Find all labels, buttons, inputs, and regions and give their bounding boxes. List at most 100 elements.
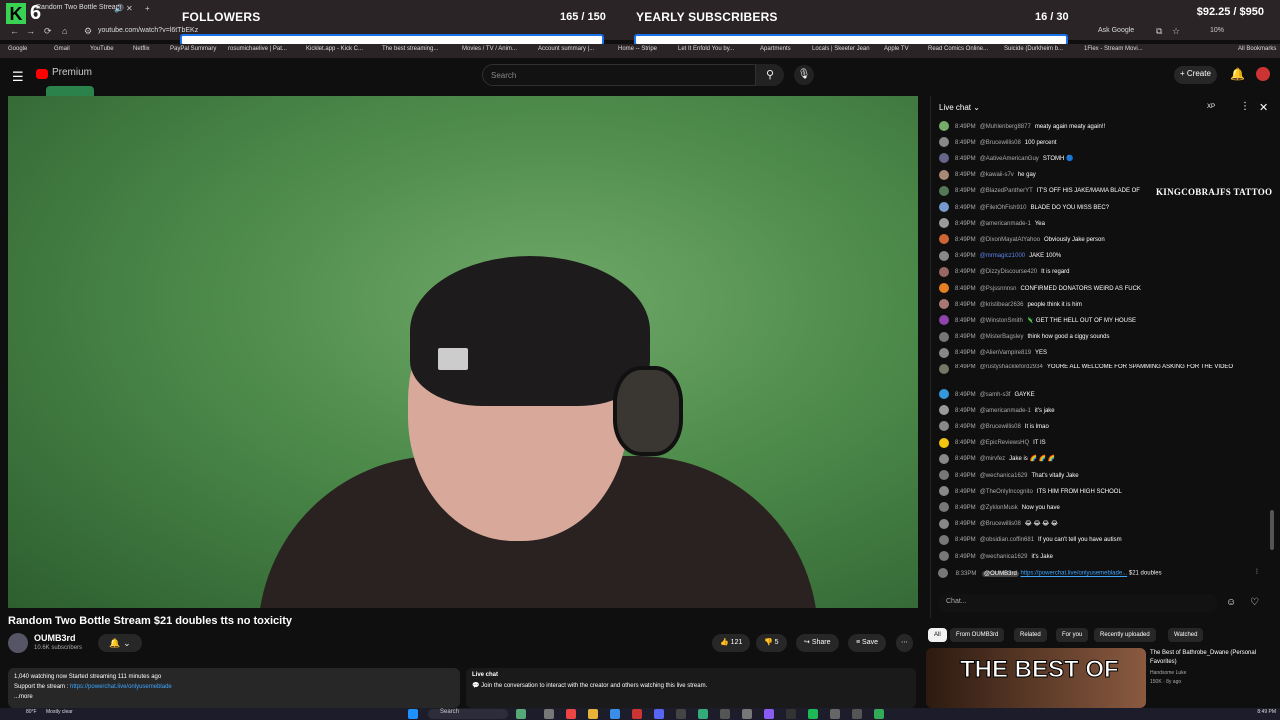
- taskbar-app-icon[interactable]: [516, 709, 526, 719]
- chat-avatar[interactable]: [939, 405, 949, 416]
- chat-author[interactable]: @rustyshackleford2934: [980, 364, 1043, 370]
- bookmark-item[interactable]: All Bookmarks: [1238, 46, 1276, 52]
- chat-author[interactable]: @Brucewillis08: [980, 424, 1021, 430]
- chat-avatar[interactable]: [939, 137, 949, 148]
- chat-avatar[interactable]: [939, 169, 949, 180]
- chat-message[interactable]: 8:49PM @AativeAmericanGuy STOMH 🔵: [939, 153, 1269, 167]
- chat-avatar[interactable]: [939, 234, 949, 245]
- chip-related[interactable]: Related: [1014, 628, 1047, 642]
- chat-avatar[interactable]: [939, 534, 949, 545]
- bookmark-item[interactable]: Locals | Skeeter Jean: [812, 46, 870, 52]
- taskbar-search[interactable]: Search: [428, 709, 508, 719]
- spotify-icon[interactable]: [808, 709, 818, 719]
- taskbar-app-icon[interactable]: [676, 709, 686, 719]
- bookmark-item[interactable]: Read Comics Online...: [928, 46, 988, 52]
- chat-author[interactable]: @ZyklonMusk: [980, 505, 1018, 511]
- chat-author[interactable]: @MisterBagsley: [980, 334, 1024, 340]
- pinned-more-icon[interactable]: ⋮: [1254, 568, 1260, 575]
- chat-avatar[interactable]: [939, 185, 949, 196]
- chat-author[interactable]: @AlienVampire819: [980, 350, 1031, 356]
- menu-icon[interactable]: ☰: [12, 69, 24, 85]
- taskbar-clock[interactable]: 8:49 PM: [1257, 709, 1276, 715]
- chat-message[interactable]: 8:49PM @kawaii-s7v he gay: [939, 169, 1269, 184]
- youtube-logo-icon[interactable]: [36, 69, 48, 79]
- premium-label[interactable]: Premium: [52, 67, 92, 78]
- bookmark-item[interactable]: 1Flex - Stream Movi...: [1084, 46, 1143, 52]
- chat-author[interactable]: @americanmade-1: [980, 408, 1031, 414]
- avatar[interactable]: [1256, 67, 1270, 81]
- chat-message[interactable]: 8:49PM @kristibear2636 people think it is …: [939, 299, 1269, 313]
- bookmark-star-icon[interactable]: ☆: [1172, 26, 1180, 37]
- more-link[interactable]: ...more: [14, 692, 454, 702]
- chat-avatar[interactable]: [939, 470, 949, 480]
- chat-avatar[interactable]: [939, 153, 949, 164]
- chat-message[interactable]: 8:49PM @Brucewillis08 100 percent: [939, 137, 1269, 151]
- chip-from-channel[interactable]: From OUMB3rd: [950, 628, 1005, 642]
- chat-message[interactable]: 8:49PM @americanmade-1 it's jake: [939, 405, 1269, 419]
- bookmark-item[interactable]: Let It Enfold You by...: [678, 46, 734, 52]
- discord-icon[interactable]: [654, 709, 664, 719]
- chat-avatar[interactable]: [939, 121, 949, 131]
- related-video-channel[interactable]: Handsome Luke: [1150, 670, 1186, 676]
- site-info-icon[interactable]: ⚙: [84, 26, 92, 37]
- chat-message[interactable]: 8:49PM @obsidian.coffin681 If you can't te…: [939, 534, 1269, 549]
- chat-scrollbar[interactable]: [1270, 510, 1274, 550]
- bookmark-item[interactable]: Netflix: [133, 46, 150, 52]
- chat-message[interactable]: 8:49PM @EpicReviewsHQ IT IS: [939, 437, 1269, 452]
- subscribe-bell-button[interactable]: 🔔 ⌄: [98, 634, 142, 652]
- chat-close-icon[interactable]: ✕: [1259, 101, 1268, 114]
- taskbar-app-icon[interactable]: [632, 709, 642, 719]
- chat-author[interactable]: @Brucewillis08: [980, 140, 1021, 146]
- chat-avatar[interactable]: [939, 218, 949, 229]
- bookmark-item[interactable]: PayPal Summary: [170, 46, 216, 52]
- taskbar-app-icon[interactable]: [830, 709, 840, 719]
- bookmark-item[interactable]: Gmail: [54, 46, 70, 52]
- search-icon[interactable]: ⚲: [756, 64, 784, 86]
- chat-avatar[interactable]: [939, 389, 949, 399]
- chat-author[interactable]: @samh-s3f: [980, 392, 1011, 398]
- bookmark-item[interactable]: YouTube: [90, 46, 114, 52]
- live-chat-dropdown[interactable]: Live chat ⌄: [939, 103, 980, 112]
- chat-author[interactable]: @mirvfez: [980, 456, 1005, 462]
- chat-message[interactable]: 8:49PM @DizzyDiscourse420 It is regard: [939, 266, 1269, 281]
- chat-author[interactable]: @BlazedPantherYT: [980, 188, 1033, 194]
- bookmark-item[interactable]: Movies / TV / Anim...: [462, 46, 517, 52]
- chat-message[interactable]: 8:49PM @wechanica1629 That's vitally Jake: [939, 470, 1269, 484]
- chat-author[interactable]: @wechanica1629: [980, 554, 1028, 560]
- channel-avatar[interactable]: [8, 633, 28, 653]
- chat-author[interactable]: @kawaii-s7v: [980, 172, 1014, 178]
- chat-avatar[interactable]: [939, 437, 949, 448]
- heart-icon[interactable]: ♡: [1250, 597, 1259, 608]
- video-player[interactable]: [8, 96, 918, 608]
- chat-avatar[interactable]: [939, 364, 949, 374]
- mic-icon[interactable]: 🎙: [794, 65, 814, 85]
- new-tab-icon[interactable]: +: [145, 4, 150, 13]
- bookmark-item[interactable]: Apple TV: [884, 46, 909, 52]
- more-actions-icon[interactable]: ⋯: [896, 634, 913, 652]
- home-icon[interactable]: ⌂: [62, 26, 67, 36]
- chat-avatar[interactable]: [939, 502, 949, 513]
- taskbar-app-icon[interactable]: [742, 709, 752, 719]
- install-icon[interactable]: ⧉: [1156, 26, 1162, 37]
- dislike-button[interactable]: 👎 5: [756, 634, 787, 652]
- chat-message[interactable]: 8:49PM @rustyshackleford2934 YOURE ALL WEL…: [939, 364, 1269, 386]
- chip-watched[interactable]: Watched: [1168, 628, 1204, 642]
- chat-message[interactable]: 8:49PM @samh-s3f GAYKE: [939, 389, 1269, 403]
- chat-message[interactable]: 8:49PM @Brucewillis08 It is lmao: [939, 421, 1269, 435]
- save-button[interactable]: ≡ Save: [848, 634, 886, 652]
- chat-avatar[interactable]: [939, 421, 949, 432]
- chat-avatar[interactable]: [939, 486, 949, 497]
- taskbar-app-icon[interactable]: [764, 709, 774, 719]
- taskbar-app-icon[interactable]: [698, 709, 708, 719]
- chat-avatar[interactable]: [939, 202, 949, 212]
- chat-avatar[interactable]: [939, 518, 949, 529]
- chat-message[interactable]: 8:49PM @americanmade-1 Yea: [939, 218, 1269, 232]
- bookmark-item[interactable]: Google: [8, 46, 27, 52]
- bookmark-item[interactable]: Suicide (Durkheim b...: [1004, 46, 1063, 52]
- bookmark-item[interactable]: Apartments: [760, 46, 791, 52]
- chat-author[interactable]: @Psjssnnnsn: [980, 286, 1017, 292]
- pinned-link[interactable]: https://powerchat.live/onlyusemeblade...: [1020, 571, 1127, 577]
- chat-avatar[interactable]: [939, 250, 949, 261]
- chat-avatar[interactable]: [939, 299, 949, 310]
- chat-avatar[interactable]: [939, 315, 949, 326]
